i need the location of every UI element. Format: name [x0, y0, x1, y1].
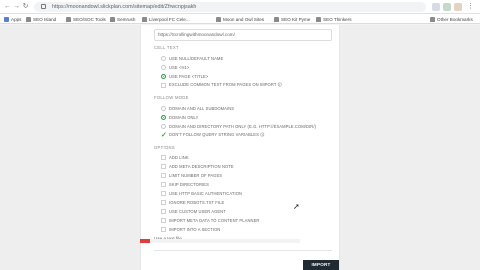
- cell-text-option[interactable]: USE PAGE <TITLE>: [161, 72, 208, 80]
- cell-text-option[interactable]: USE <H1>: [161, 63, 189, 71]
- extension-icon[interactable]: [443, 3, 451, 11]
- divider: [154, 250, 332, 251]
- bookmark-apps[interactable]: Apps: [4, 15, 21, 23]
- radio-button-selected[interactable]: [161, 114, 166, 120]
- follow-option[interactable]: DOMAIN AND ALL SUBDOMAINS: [161, 104, 234, 112]
- bookmark-folder[interactable]: SEO/SOC Tools: [66, 15, 106, 23]
- radio-button-selected[interactable]: [161, 73, 166, 79]
- folder-icon: [274, 16, 279, 22]
- checkbox[interactable]: [161, 217, 166, 223]
- profile-avatar[interactable]: [454, 3, 462, 11]
- apps-icon: [4, 16, 9, 22]
- follow-mode-heading: FOLLOW MODE: [154, 95, 189, 100]
- cell-text-option[interactable]: EXCLUDE COMMON TEXT FROM PAGES ON IMPORT…: [161, 81, 282, 89]
- import-dialog: https://Scrollingwithmoonandowl.com/ CEL…: [140, 25, 340, 270]
- forward-icon[interactable]: →: [13, 3, 20, 10]
- checkbox[interactable]: [161, 82, 166, 88]
- options-item[interactable]: ADD META DESCRIPTION NOTE: [161, 162, 234, 170]
- address-bar[interactable]: https://moonandowl.slickplan.com/sitemap…: [34, 2, 426, 12]
- bookmark-folder[interactable]: SEO Kit Pyme: [274, 15, 310, 23]
- checkbox[interactable]: [161, 199, 166, 205]
- options-item[interactable]: IGNORE ROBOTS.TXT FILE: [161, 198, 224, 206]
- checkbox[interactable]: [161, 163, 166, 169]
- import-footer: [140, 235, 340, 245]
- options-item[interactable]: ADD LINK: [161, 153, 189, 161]
- checkbox[interactable]: [161, 181, 166, 187]
- address-url[interactable]: https://moonandowl.slickplan.com/sitemap…: [52, 3, 196, 11]
- folder-icon: [110, 16, 115, 22]
- bookmark-folder[interactable]: SEO Thinkers: [316, 15, 352, 23]
- extension-icon[interactable]: [432, 3, 440, 11]
- checkbox[interactable]: [161, 154, 166, 160]
- radio-button[interactable]: [161, 123, 166, 129]
- folder-icon: [316, 16, 321, 22]
- cell-text-heading: CELL TEXT: [154, 45, 179, 50]
- page-background: https://Scrollingwithmoonandowl.com/ CEL…: [0, 25, 480, 270]
- folder-icon: [430, 16, 435, 22]
- checkbox[interactable]: [161, 208, 166, 214]
- options-item[interactable]: LIMIT NUMBER OF PAGES: [161, 171, 222, 179]
- bookmark-folder[interactable]: Liverpool FC Cele...: [142, 15, 190, 23]
- options-item[interactable]: SKIP DIRECTORIES: [161, 180, 209, 188]
- bookmark-folder[interactable]: Moon and Owl Sites: [216, 15, 264, 23]
- mouse-cursor-icon: ➚: [293, 202, 300, 211]
- import-progress-bar: [140, 239, 300, 243]
- options-item[interactable]: IMPORT INTO A SECTION: [161, 225, 220, 233]
- radio-button[interactable]: [161, 64, 166, 70]
- follow-option[interactable]: ✓ DON'T FOLLOW QUERY STRING VARIABLES 🛈: [161, 131, 264, 139]
- bookmarks-bar: Apps SEO Island SEO/SOC Tools Semrush Li…: [0, 14, 480, 24]
- options-heading: OPTIONS: [154, 145, 175, 150]
- website-url-input[interactable]: https://Scrollingwithmoonandowl.com/: [154, 29, 332, 41]
- radio-button[interactable]: [161, 55, 166, 61]
- lock-icon: [41, 4, 46, 9]
- progress-fill: [140, 239, 150, 243]
- reload-icon[interactable]: ↻: [22, 3, 29, 10]
- back-icon[interactable]: ←: [4, 3, 11, 10]
- folder-icon: [66, 16, 71, 22]
- browser-toolbar: ← → ↻ https://moonandowl.slickplan.com/s…: [0, 0, 480, 14]
- bookmark-other[interactable]: Other Bookmarks: [430, 15, 473, 23]
- folder-icon: [142, 16, 147, 22]
- checkbox[interactable]: [161, 226, 166, 232]
- folder-icon: [26, 16, 31, 22]
- options-item[interactable]: USE CUSTOM USER AGENT: [161, 207, 226, 215]
- cell-text-option[interactable]: USE NULL/DEFAULT NAME: [161, 54, 223, 62]
- import-button[interactable]: IMPORT: [303, 260, 339, 270]
- follow-option[interactable]: DOMAIN ONLY: [161, 113, 198, 121]
- options-item[interactable]: USE HTTP BASIC AUTHENTICATION: [161, 189, 242, 197]
- checkbox[interactable]: [161, 172, 166, 178]
- options-item[interactable]: IMPORT META DATA TO CONTENT PLANNER: [161, 216, 259, 224]
- bookmark-folder[interactable]: Semrush: [110, 15, 135, 23]
- checkbox[interactable]: [161, 190, 166, 196]
- folder-icon: [216, 16, 221, 22]
- checkmark-icon[interactable]: ✓: [161, 132, 167, 139]
- menu-icon[interactable]: ⋮: [467, 3, 474, 10]
- bookmark-folder[interactable]: SEO Island: [26, 15, 56, 23]
- follow-option[interactable]: DOMAIN AND DIRECTORY PATH ONLY (e.g. htt…: [161, 122, 316, 130]
- radio-button[interactable]: [161, 105, 166, 111]
